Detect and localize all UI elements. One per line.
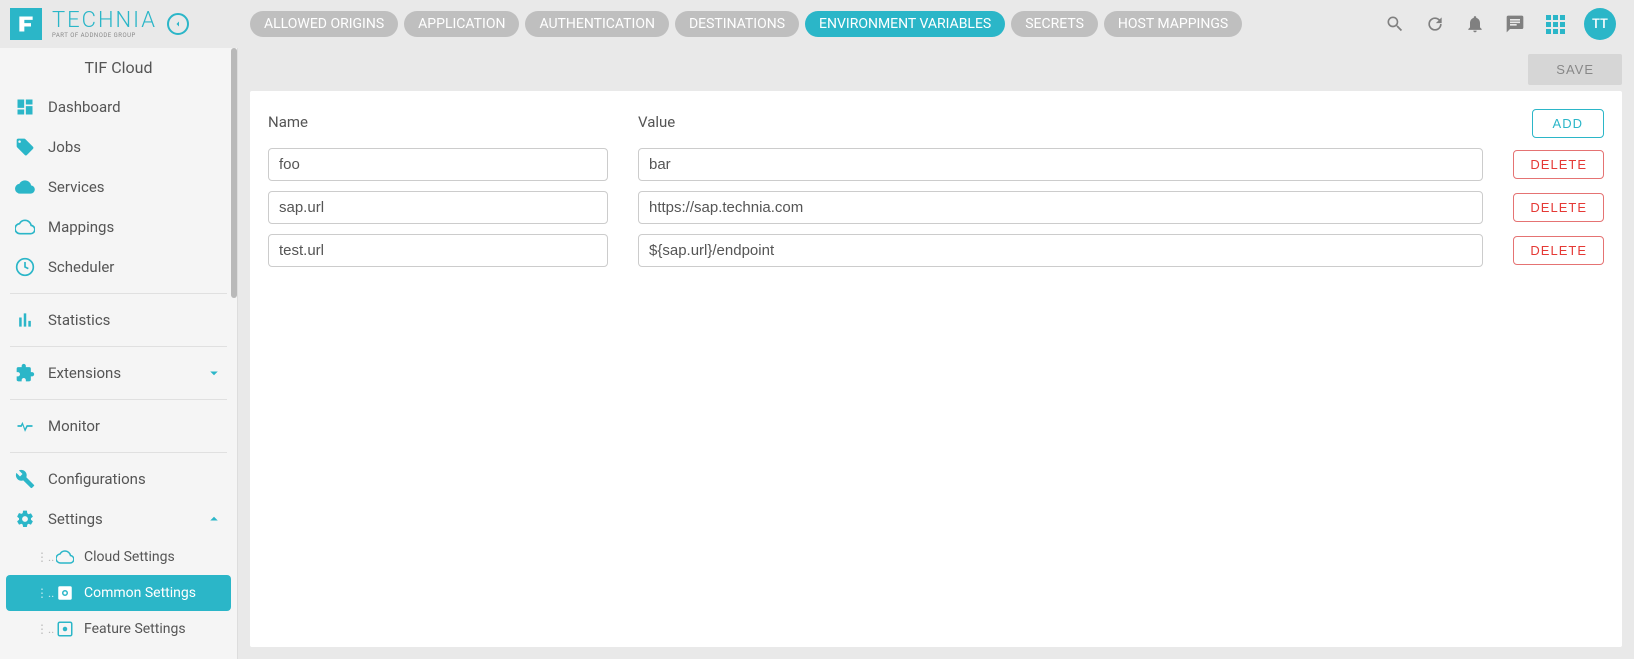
tree-icon: ⋮.. [36,550,46,564]
dashboard-icon [14,96,36,118]
sidebar-item-extensions[interactable]: Extensions [0,353,237,393]
column-header-value: Value [638,113,1483,135]
tab-bar: ALLOWED ORIGINSAPPLICATIONAUTHENTICATION… [250,11,1242,37]
divider [10,293,227,294]
app-logo-icon [10,8,42,40]
sidebar-item-scheduler[interactable]: Scheduler [0,247,237,287]
sidebar-item-monitor[interactable]: Monitor [0,406,237,446]
cloud-icon [14,176,36,198]
apps-icon[interactable] [1544,13,1566,35]
save-button[interactable]: SAVE [1528,54,1622,85]
env-vars-panel: Name Value ADD DELETE DELETE DELETE [250,91,1622,647]
env-value-input[interactable] [638,234,1483,267]
chevron-down-icon [205,364,223,382]
env-name-input[interactable] [268,234,608,267]
header-actions: TT [1384,8,1624,40]
puzzle-icon [14,362,36,384]
chevron-up-icon [205,510,223,528]
avatar[interactable]: TT [1584,8,1616,40]
sidebar-item-label: Cloud Settings [84,549,175,565]
sidebar-item-settings[interactable]: Settings [0,499,237,539]
column-header-name: Name [268,113,608,135]
divider [10,452,227,453]
tab-environment-variables[interactable]: ENVIRONMENT VARIABLES [805,11,1005,37]
sidebar-item-label: Configurations [48,470,146,488]
sidebar-title: TIF Cloud [0,48,237,87]
bar-chart-icon [14,309,36,331]
sidebar-item-services[interactable]: Services [0,167,237,207]
sidebar-item-configurations[interactable]: Configurations [0,459,237,499]
env-value-input[interactable] [638,148,1483,181]
sidebar-item-label: Settings [48,510,103,528]
tab-application[interactable]: APPLICATION [404,11,519,37]
gear-box-icon [56,620,74,638]
gear-icon [14,508,36,530]
feedback-icon[interactable] [1504,13,1526,35]
top-header: TECHNIA PART OF ADDNODE GROUP ALLOWED OR… [0,0,1634,48]
notifications-icon[interactable] [1464,13,1486,35]
sidebar-item-label: Common Settings [84,585,196,601]
delete-button[interactable]: DELETE [1513,150,1604,179]
sidebar-item-statistics[interactable]: Statistics [0,300,237,340]
cloud-outline-icon [14,216,36,238]
delete-button[interactable]: DELETE [1513,193,1604,222]
sidebar-item-label: Extensions [48,364,121,382]
monitor-icon [14,415,36,437]
divider [10,346,227,347]
sidebar-item-label: Monitor [48,417,100,435]
save-row: SAVE [250,48,1622,91]
sidebar-item-jobs[interactable]: Jobs [0,127,237,167]
sidebar-item-label: Mappings [48,218,114,236]
brand-name: TECHNIA [52,10,157,32]
sidebar-item-label: Services [48,178,105,196]
clock-icon [14,256,36,278]
brand-subtitle: PART OF ADDNODE GROUP [52,32,157,39]
wrench-icon [14,468,36,490]
tab-destinations[interactable]: DESTINATIONS [675,11,799,37]
tab-host-mappings[interactable]: HOST MAPPINGS [1104,11,1242,37]
cloud-outline-icon [56,548,74,566]
main-content: SAVE Name Value ADD DELETE DELETE DELETE [238,48,1634,659]
tab-secrets[interactable]: SECRETS [1011,11,1098,37]
sidebar-item-label: Jobs [48,138,81,156]
tag-icon [14,136,36,158]
sidebar-item-label: Scheduler [48,258,114,276]
sidebar-item-mappings[interactable]: Mappings [0,207,237,247]
add-button[interactable]: ADD [1532,109,1604,138]
sidebar-item-dashboard[interactable]: Dashboard [0,87,237,127]
sidebar-item-label: Statistics [48,311,110,329]
sidebar-item-label: Dashboard [48,98,121,116]
tree-icon: ⋮.. [36,622,46,636]
env-name-input[interactable] [268,191,608,224]
logo-block: TECHNIA PART OF ADDNODE GROUP [10,8,250,40]
sidebar: TIF Cloud Dashboard Jobs Services Mappin… [0,48,238,659]
refresh-icon[interactable] [1424,13,1446,35]
tree-icon: ⋮.. [36,586,46,600]
tab-authentication[interactable]: AUTHENTICATION [525,11,669,37]
sidebar-subitem-common-settings[interactable]: ⋮.. Common Settings [6,575,231,611]
brand-text: TECHNIA PART OF ADDNODE GROUP [52,10,157,39]
tab-allowed-origins[interactable]: ALLOWED ORIGINS [250,11,398,37]
env-vars-grid: Name Value ADD DELETE DELETE DELETE [268,109,1604,267]
env-value-input[interactable] [638,191,1483,224]
sidebar-subitem-cloud-settings[interactable]: ⋮.. Cloud Settings [0,539,237,575]
collapse-sidebar-button[interactable] [167,13,189,35]
sidebar-item-label: Feature Settings [84,621,186,637]
search-icon[interactable] [1384,13,1406,35]
sidebar-subitem-feature-settings[interactable]: ⋮.. Feature Settings [0,611,237,647]
delete-button[interactable]: DELETE [1513,236,1604,265]
env-name-input[interactable] [268,148,608,181]
divider [10,399,227,400]
gear-box-icon [56,584,74,602]
